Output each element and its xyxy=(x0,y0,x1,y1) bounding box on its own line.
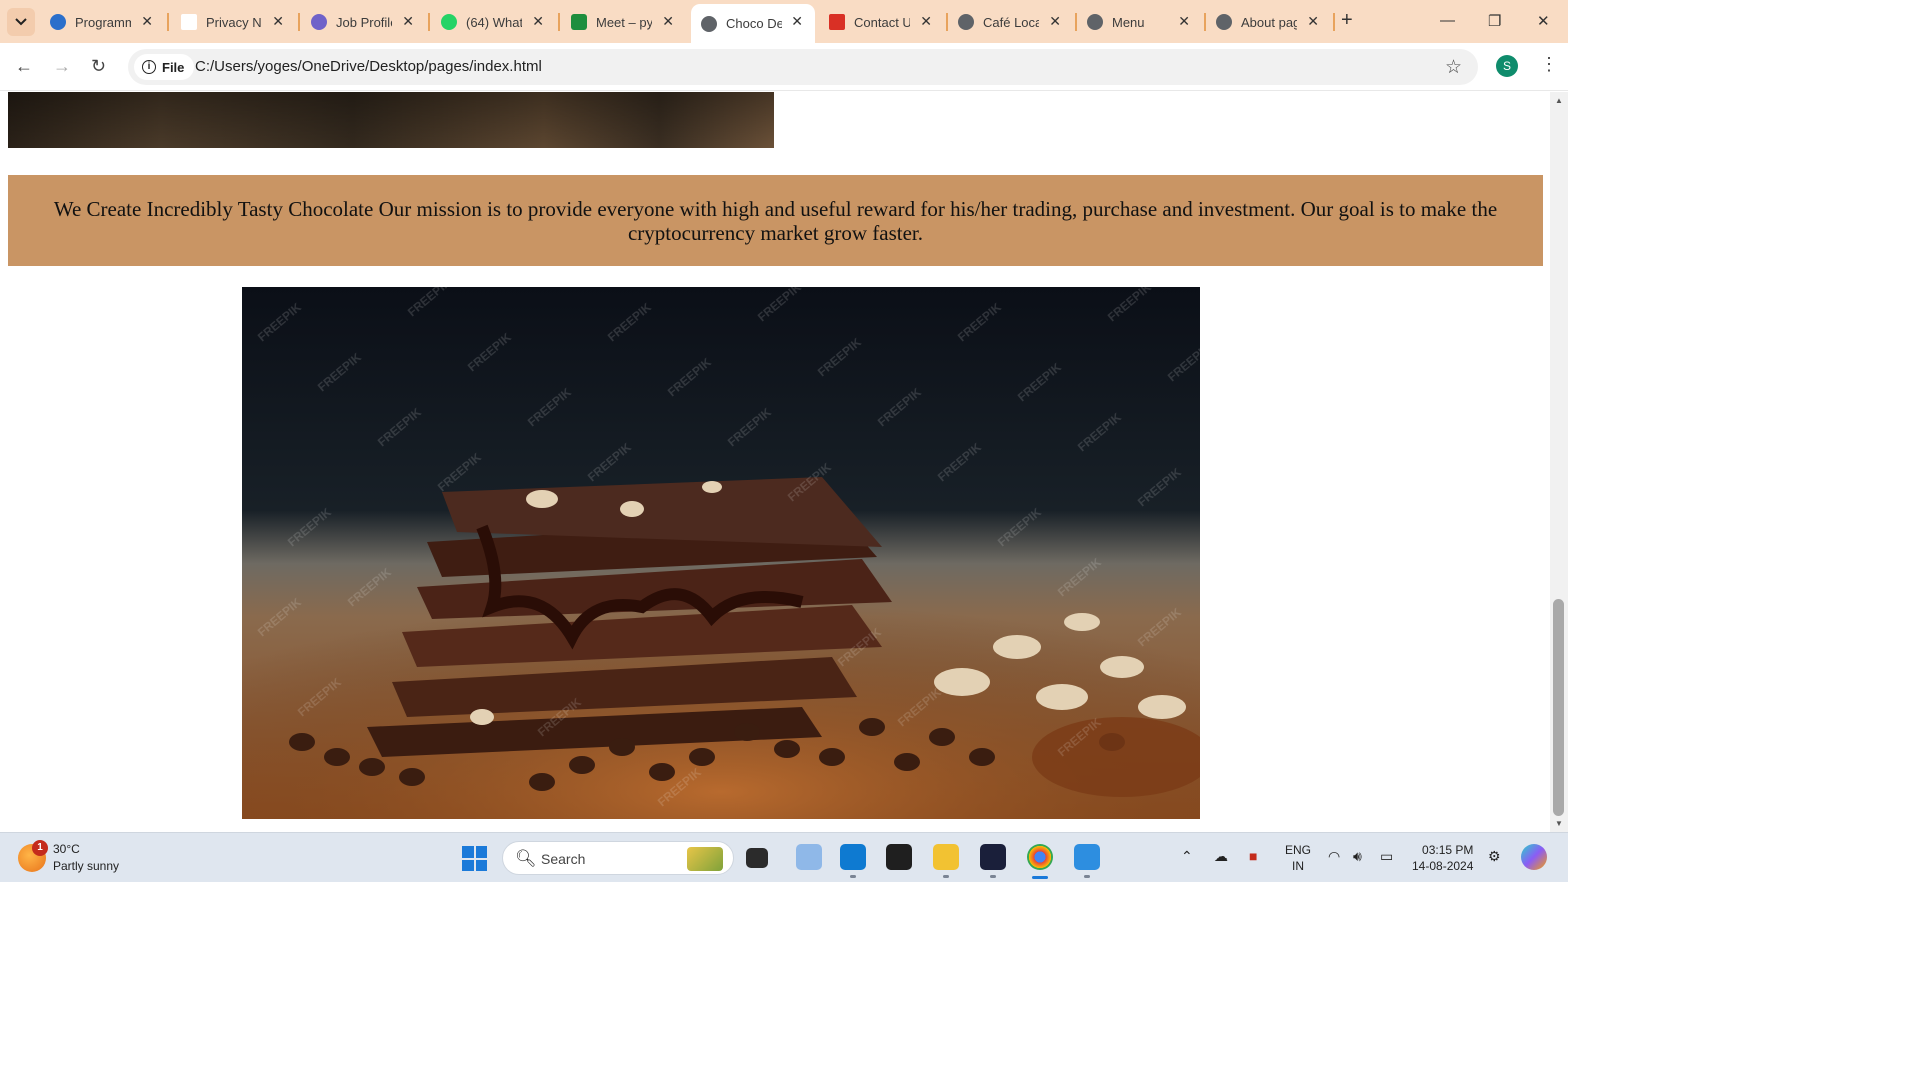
wifi-icon[interactable]: ◠ xyxy=(1328,848,1340,865)
globe-icon xyxy=(1216,14,1232,30)
url-text[interactable]: C:/Users/yoges/OneDrive/Desktop/pages/in… xyxy=(195,58,542,75)
tab-whatsapp[interactable]: (64) WhatsApp ✕ xyxy=(431,4,556,40)
file-explorer-icon[interactable] xyxy=(933,844,959,870)
recycle-bin-icon[interactable] xyxy=(796,844,822,870)
close-icon[interactable]: ✕ xyxy=(402,14,414,28)
mission-banner: We Create Incredibly Tasty Chocolate Our… xyxy=(8,175,1543,266)
chocolate-image: FREEPIK FREEPIK FREEPIK FREEPIK FREEPIK … xyxy=(242,287,1200,819)
windows-start-icon[interactable] xyxy=(462,846,487,871)
chevron-down-icon xyxy=(15,18,27,26)
blank-page-icon xyxy=(181,14,197,30)
volume-icon[interactable]: 🔊︎ xyxy=(1353,848,1362,865)
red-flag-icon xyxy=(829,14,845,30)
chevron-up-icon[interactable]: ⌃ xyxy=(1181,848,1193,865)
mission-text: We Create Incredibly Tasty Chocolate Our… xyxy=(53,196,1498,245)
app-tray-icon[interactable]: ■ xyxy=(1249,848,1257,864)
close-icon[interactable]: ✕ xyxy=(662,14,674,28)
bookmark-star-icon[interactable]: ☆ xyxy=(1445,56,1462,79)
scroll-down-arrow-icon[interactable]: ▼ xyxy=(1555,819,1563,828)
tab-search-button[interactable] xyxy=(7,8,35,36)
page-scrollbar[interactable]: ▲ ▼ xyxy=(1550,92,1568,832)
weather-condition: Partly sunny xyxy=(53,859,120,873)
reload-icon[interactable]: ↻ xyxy=(91,56,106,76)
tab-job-profile[interactable]: Job Profile ✕ xyxy=(301,4,426,40)
tab-contact[interactable]: Contact Us ✕ xyxy=(819,4,944,40)
hero-image xyxy=(8,92,774,148)
close-icon[interactable]: ✕ xyxy=(1049,14,1061,28)
notification-badge: 1 xyxy=(32,840,48,856)
new-tab-button[interactable]: + xyxy=(1341,10,1353,30)
windows-taskbar: 1 30°C Partly sunny 🔍︎ Search ⌃ ☁ ■ ENG … xyxy=(0,832,1568,882)
taskbar-search[interactable]: 🔍︎ Search xyxy=(502,841,734,875)
search-icon: 🔍︎ xyxy=(515,849,537,868)
webex-icon[interactable] xyxy=(980,844,1006,870)
whatsapp-icon xyxy=(441,14,457,30)
tab-strip: Programming ✕ Privacy Notice ✕ Job Profi… xyxy=(0,0,1568,43)
globe-icon xyxy=(958,14,974,30)
tab-privacy[interactable]: Privacy Notice ✕ xyxy=(171,4,296,40)
browser-toolbar: ← → ↻ i File C:/Users/yoges/OneDrive/Des… xyxy=(0,43,1568,91)
close-icon[interactable]: ✕ xyxy=(1307,14,1319,28)
globe-icon xyxy=(701,15,717,32)
close-icon[interactable]: ✕ xyxy=(141,14,153,28)
vscode-icon[interactable] xyxy=(840,844,866,870)
info-icon: i xyxy=(142,60,156,74)
globe-icon xyxy=(1087,14,1103,30)
edge-blue-icon xyxy=(50,14,66,30)
chocolate-photo: FREEPIK FREEPIK FREEPIK FREEPIK FREEPIK … xyxy=(242,287,1200,819)
weather-widget[interactable]: 1 30°C Partly sunny xyxy=(18,840,120,875)
profile-avatar[interactable]: S xyxy=(1496,55,1518,77)
back-arrow-icon[interactable]: ← xyxy=(15,56,33,76)
task-view-icon[interactable] xyxy=(746,848,768,868)
language-indicator[interactable]: ENG IN xyxy=(1285,842,1311,874)
tab-cafe-locator[interactable]: Café Locator ✕ xyxy=(948,4,1073,40)
cloud-off-icon[interactable]: ☁ xyxy=(1214,848,1228,865)
copilot-icon[interactable] xyxy=(1521,844,1547,870)
scrollbar-thumb[interactable] xyxy=(1553,599,1564,816)
battery-icon[interactable]: ▭ xyxy=(1380,848,1393,865)
photos-icon[interactable] xyxy=(1074,844,1100,870)
tab-meet[interactable]: Meet – py ✕ xyxy=(561,4,686,40)
close-icon[interactable]: ✕ xyxy=(791,14,803,28)
weather-temp: 30°C xyxy=(53,842,80,856)
kebab-menu-icon[interactable]: ⋮ xyxy=(1540,54,1558,75)
close-icon[interactable]: ✕ xyxy=(1178,14,1190,28)
system-clock[interactable]: 03:15 PM 14-08-2024 xyxy=(1412,842,1473,874)
close-icon[interactable]: ✕ xyxy=(920,14,932,28)
partly-sunny-icon: 1 xyxy=(18,840,48,872)
close-icon[interactable]: ✕ xyxy=(532,14,544,28)
tab-programming[interactable]: Programming ✕ xyxy=(40,4,165,40)
google-meet-icon xyxy=(571,14,587,30)
site-info-chip[interactable]: i File xyxy=(134,54,195,80)
page-viewport: We Create Incredibly Tasty Chocolate Our… xyxy=(0,92,1550,832)
chrome-icon[interactable] xyxy=(1027,844,1053,870)
close-icon[interactable]: ✕ xyxy=(272,14,284,28)
terminal-icon[interactable] xyxy=(886,844,912,870)
window-close-icon[interactable]: ✕ xyxy=(1537,12,1550,30)
address-bar[interactable]: i File C:/Users/yoges/OneDrive/Desktop/p… xyxy=(128,49,1478,85)
search-highlight-icon xyxy=(687,847,723,871)
minimize-icon[interactable]: — xyxy=(1440,12,1455,29)
tab-menu[interactable]: Menu ✕ xyxy=(1077,4,1202,40)
tab-about[interactable]: About page ✕ xyxy=(1206,4,1331,40)
feather-icon xyxy=(311,14,327,30)
settings-gear-icon[interactable]: ⚙ xyxy=(1488,848,1501,865)
scroll-up-arrow-icon[interactable]: ▲ xyxy=(1555,96,1563,105)
forward-arrow-icon[interactable]: → xyxy=(53,56,71,76)
restore-icon[interactable]: ❐ xyxy=(1488,12,1501,30)
tab-choco-delight[interactable]: Choco Delight ✕ xyxy=(691,4,815,43)
